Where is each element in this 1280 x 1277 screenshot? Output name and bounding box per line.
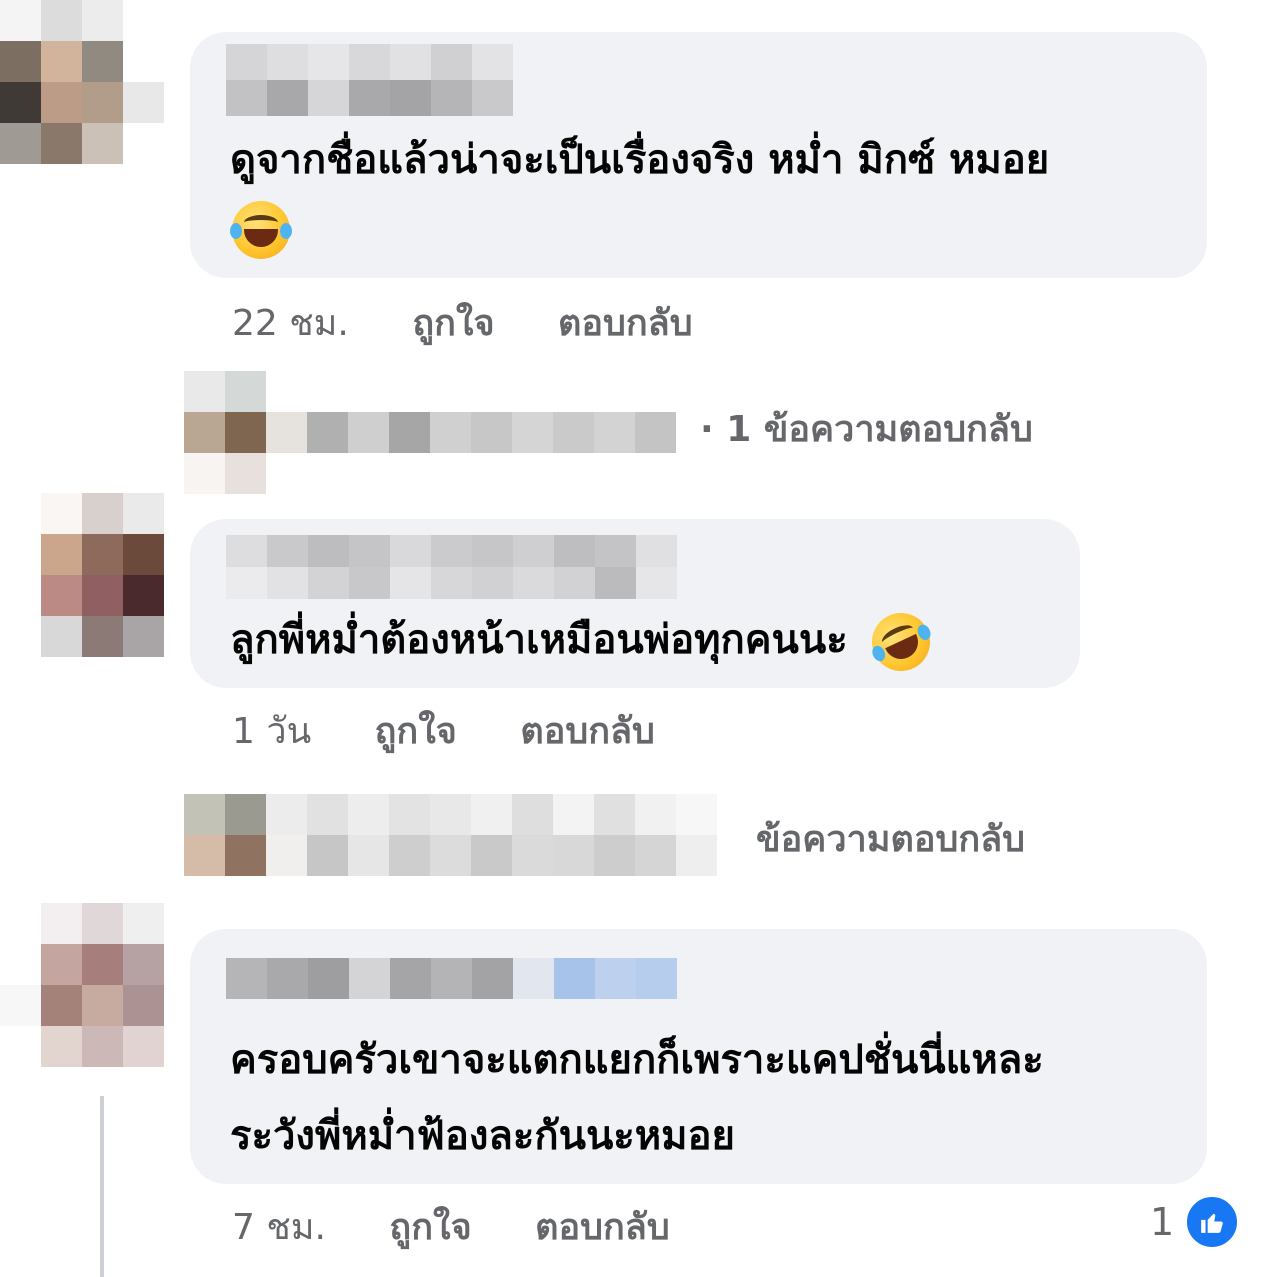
like-button[interactable]: ถูกใจ (389, 1208, 471, 1248)
avatar[interactable] (0, 0, 164, 164)
reply-button[interactable]: ตอบกลับ (558, 304, 693, 344)
reply-button[interactable]: ตอบกลับ (520, 712, 655, 752)
comment-text-line: ดูจากชื่อแล้วน่าจะเป็นเรื่องจริง หม่ำ มิ… (230, 137, 1050, 183)
commenter-name-redacted[interactable] (226, 44, 513, 116)
emoji-line (230, 192, 292, 264)
comment-text-line: ลูกพี่หม่ำต้องหน้าเหมือนพ่อทุกคนนะ (230, 617, 848, 663)
avatar[interactable] (0, 493, 164, 657)
commenter-name-redacted[interactable] (226, 958, 677, 999)
reply-avatar[interactable] (184, 371, 266, 494)
face-with-tears-of-joy-icon (230, 201, 292, 259)
reaction-summary[interactable]: 1 (1150, 1194, 1241, 1250)
reply-button[interactable]: ตอบกลับ (535, 1208, 670, 1248)
comment-timestamp[interactable]: 1 วัน (232, 712, 311, 752)
comment-text-line: ครอบครัวเขาจะแตกแยกก็เพราะแคปชั่นนี่แหละ (230, 1037, 1044, 1083)
view-replies-link[interactable]: ข้อความตอบกลับ (756, 820, 1025, 860)
reply-name-redacted[interactable] (266, 412, 676, 453)
comment-text: ครอบครัวเขาจะแตกแยกก็เพราะแคปชั่นนี่แหละ (230, 1024, 1044, 1096)
commenter-name-redacted[interactable] (226, 535, 677, 599)
like-button[interactable]: ถูกใจ (412, 304, 494, 344)
rolling-on-the-floor-laughing-icon (862, 603, 940, 681)
comment-meta: 22 ชม. ถูกใจ ตอบกลับ (232, 304, 745, 344)
like-thumbs-up-icon (1184, 1194, 1241, 1250)
view-replies-link[interactable]: · 1 ข้อความตอบกลับ (700, 410, 1033, 450)
comment-meta: 1 วัน ถูกใจ ตอบกลับ (232, 712, 707, 752)
comment-text: ลูกพี่หม่ำต้องหน้าเหมือนพ่อทุกคนนะ (230, 603, 940, 681)
reaction-count: 1 (1150, 1200, 1175, 1244)
thumbs-up-icon (1201, 1213, 1223, 1233)
comment-timestamp[interactable]: 22 ชม. (232, 304, 349, 344)
avatar[interactable] (0, 903, 164, 1067)
comment-text-line: ระวังพี่หม่ำฟ้องละกันนะหมอย (230, 1113, 735, 1159)
comment-timestamp[interactable]: 7 ชม. (232, 1208, 326, 1248)
thread-line (100, 1096, 104, 1277)
comment-text: ระวังพี่หม่ำฟ้องละกันนะหมอย (230, 1100, 735, 1172)
like-button[interactable]: ถูกใจ (375, 712, 457, 752)
comments-section: ดูจากชื่อแล้วน่าจะเป็นเรื่องจริง หม่ำ มิ… (0, 0, 1280, 1277)
reply-avatar[interactable] (184, 794, 266, 876)
comment-meta: 7 ชม. ถูกใจ ตอบกลับ (232, 1208, 722, 1248)
reply-name-redacted[interactable] (266, 794, 758, 876)
comment-text: ดูจากชื่อแล้วน่าจะเป็นเรื่องจริง หม่ำ มิ… (230, 124, 1049, 196)
